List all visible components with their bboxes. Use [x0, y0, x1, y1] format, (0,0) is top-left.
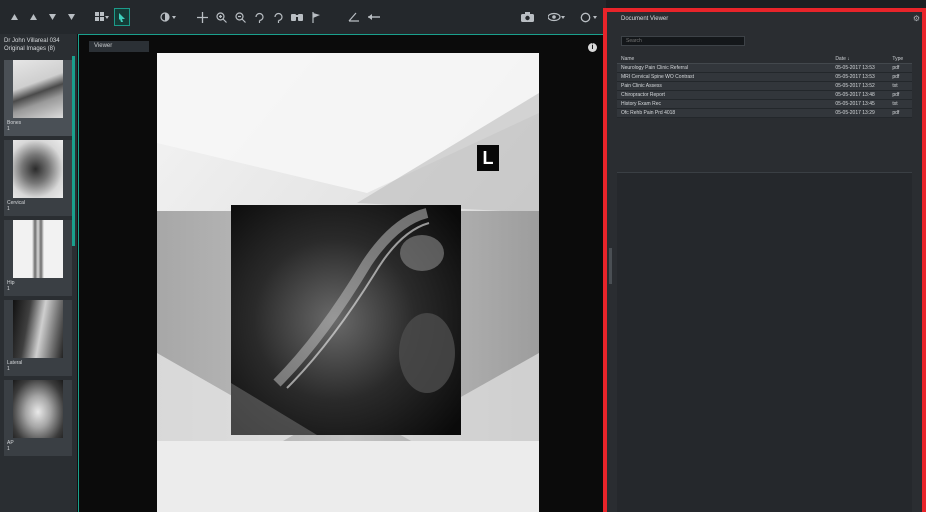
document-date: 05-05-2017 13:29 [835, 110, 875, 116]
document-search-input[interactable] [621, 36, 745, 46]
up-arrow-icon[interactable] [25, 6, 41, 28]
document-type: pdf [892, 65, 900, 71]
main-toolbar [0, 0, 606, 34]
laterality-marker: L [477, 145, 499, 171]
zoom-out-icon[interactable] [232, 6, 248, 28]
patient-images-count: Original Images (8) [4, 46, 56, 52]
document-date: 05-05-2017 13:53 [835, 74, 875, 80]
document-preview-area[interactable] [617, 172, 912, 512]
layout-grid-icon[interactable] [93, 6, 111, 28]
column-header-type[interactable]: Type [892, 55, 912, 63]
patient-name: Dr John Villareal 034 [4, 38, 60, 44]
series-item[interactable]: Cervical 1 [4, 140, 72, 216]
document-type: txt [892, 83, 898, 89]
table-row[interactable]: Neurology Pain Clinic Referral 05-05-201… [617, 64, 912, 73]
series-scrollbar[interactable] [72, 56, 75, 246]
rotate-icon[interactable] [251, 6, 267, 28]
series-count: 1 [7, 366, 10, 372]
series-item[interactable]: Bones 1 [4, 60, 72, 136]
document-name: Neurology Pain Clinic Referral [621, 65, 688, 71]
series-thumbnail [13, 220, 63, 278]
angle-icon[interactable] [346, 6, 362, 28]
info-icon[interactable]: i [588, 43, 597, 52]
series-item[interactable]: Hip 1 [4, 220, 72, 296]
document-name: History Exam Rec [621, 101, 662, 107]
column-header-name[interactable]: Name [621, 55, 835, 63]
series-item[interactable]: AP 1 [4, 380, 72, 456]
xray-graphic [157, 53, 539, 512]
camera-icon[interactable] [519, 6, 536, 28]
series-panel: Dr John Villareal 034 Original Images (8… [0, 34, 78, 512]
down-arrow-icon[interactable] [44, 6, 60, 28]
document-name: Chiropractor Report [621, 92, 665, 98]
document-panel-header: Document Viewer ⚙ [607, 12, 922, 28]
document-panel: Document Viewer ⚙ Name Date ↓ Type Neuro… [603, 8, 926, 512]
table-row[interactable]: Ofc Rehb Pain Prd 4018 05-05-2017 13:29 … [617, 109, 912, 118]
document-date: 05-05-2017 13:48 [835, 92, 875, 98]
document-date: 05-05-2017 13:53 [835, 65, 875, 71]
series-count: 1 [7, 286, 10, 292]
document-type: pdf [892, 110, 900, 116]
pan-icon[interactable] [194, 6, 210, 28]
up-arrow-icon[interactable] [6, 6, 22, 28]
document-date: 05-05-2017 13:52 [835, 83, 875, 89]
table-row[interactable]: Pain Clinic Assess 05-05-2017 13:52 txt [617, 82, 912, 91]
select-pointer-icon[interactable] [114, 8, 130, 26]
zoom-in-icon[interactable] [213, 6, 229, 28]
series-count: 1 [7, 446, 10, 452]
series-thumbnail [13, 380, 63, 438]
series-list: Bones 1 Cervical 1 Hip 1 Lateral 1 AP 1 [4, 56, 72, 460]
column-header-date[interactable]: Date ↓ [835, 55, 892, 63]
document-type: pdf [892, 74, 900, 80]
flip-icon[interactable] [270, 6, 286, 28]
table-row[interactable]: MRI Cervical Spine WO Contrast 05-05-201… [617, 73, 912, 82]
imaging-app: Dr John Villareal 034 Original Images (8… [0, 0, 926, 512]
document-name: Ofc Rehb Pain Prd 4018 [621, 110, 676, 116]
binoculars-icon[interactable] [289, 6, 305, 28]
patient-info: Dr John Villareal 034 Original Images (8… [0, 34, 77, 54]
document-name: MRI Cervical Spine WO Contrast [621, 74, 695, 80]
down-arrow-icon[interactable] [63, 6, 79, 28]
series-count: 1 [7, 126, 10, 132]
table-row[interactable]: Chiropractor Report 05-05-2017 13:48 pdf [617, 91, 912, 100]
series-item[interactable]: Lateral 1 [4, 300, 72, 376]
contrast-icon[interactable] [158, 6, 180, 28]
series-thumbnail [13, 300, 63, 358]
document-rows: Neurology Pain Clinic Referral 05-05-201… [617, 64, 912, 118]
gear-icon[interactable]: ⚙ [913, 14, 920, 23]
table-header-row: Name Date ↓ Type [617, 55, 912, 64]
document-date: 05-05-2017 13:45 [835, 101, 875, 107]
panel-splitter-handle[interactable] [609, 248, 612, 284]
document-type: pdf [892, 92, 900, 98]
image-viewer[interactable]: Viewer i L [78, 34, 605, 512]
document-type: txt [892, 101, 898, 107]
flag-icon[interactable] [308, 6, 324, 28]
xray-image[interactable]: L [157, 53, 539, 512]
document-name: Pain Clinic Assess [621, 83, 662, 89]
reset-icon[interactable] [578, 6, 600, 28]
series-thumbnail [13, 60, 63, 118]
series-count: 1 [7, 206, 10, 212]
viewer-tab[interactable]: Viewer [89, 41, 149, 52]
table-row[interactable]: History Exam Rec 05-05-2017 13:45 txt [617, 100, 912, 109]
eye-icon[interactable] [546, 6, 568, 28]
series-thumbnail [13, 140, 63, 198]
document-panel-title: Document Viewer [621, 16, 669, 22]
ruler-icon[interactable] [365, 6, 383, 28]
document-table: Name Date ↓ Type Neurology Pain Clinic R… [617, 55, 912, 118]
